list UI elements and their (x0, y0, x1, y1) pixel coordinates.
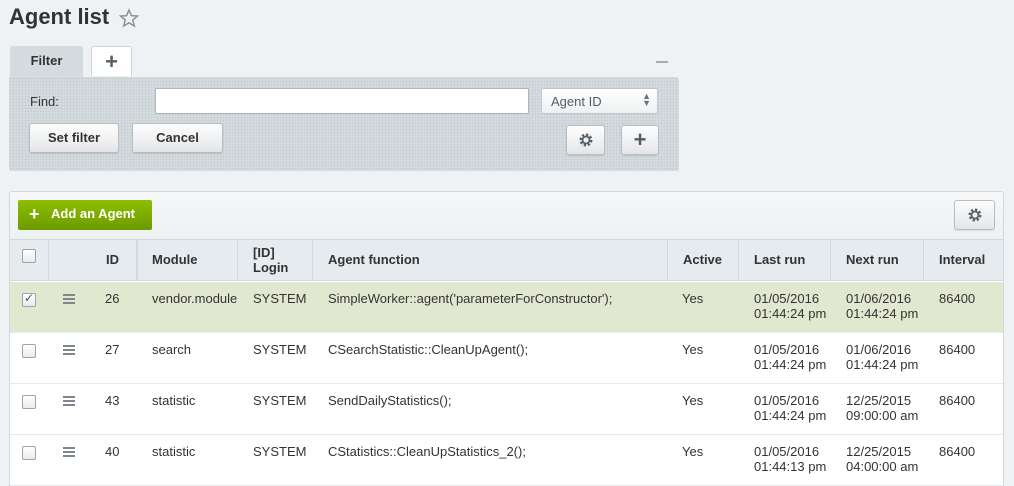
plus-icon: + (29, 204, 40, 224)
cell-next-run: 01/06/2016 01:44:24 pm (846, 342, 918, 372)
cell-next-run: 12/25/2015 09:00:00 am (846, 393, 918, 423)
cell-module: statistic (152, 444, 196, 459)
list-toolbar (10, 192, 1003, 239)
find-field-select-value: Agent ID (551, 94, 602, 109)
column-active[interactable]: Active (668, 240, 739, 280)
set-filter-button[interactable]: Set filter (29, 123, 119, 153)
last-run-time: 01:44:24 pm (754, 408, 827, 423)
last-run-time: 01:44:24 pm (754, 357, 827, 372)
table-header: ID Module [ID] Login Agent function Acti… (10, 239, 1003, 281)
cancel-button[interactable]: Cancel (132, 123, 223, 153)
column-agent-function[interactable]: Agent function (313, 240, 668, 280)
gear-icon (968, 208, 981, 222)
gear-icon (579, 133, 592, 147)
find-field-select[interactable]: Agent ID ▲ ▼ (541, 88, 658, 114)
table-row[interactable]: 26 vendor.module SYSTEM SimpleWorker::agent… (10, 282, 1003, 333)
column-login[interactable]: [ID] Login (238, 240, 313, 280)
find-input[interactable] (155, 88, 529, 114)
row-checkbox[interactable] (22, 446, 36, 460)
find-label: Find: (30, 94, 59, 109)
cell-last-run: 01/05/2016 01:44:24 pm (754, 393, 826, 423)
cell-function: CStatistics::CleanUpStatistics_2(); (328, 444, 526, 459)
next-run-date: 01/06/2016 (846, 342, 912, 357)
cell-last-run: 01/05/2016 01:44:13 pm (754, 444, 826, 474)
next-run-date: 12/25/2015 (846, 444, 912, 459)
last-run-time: 01:44:24 pm (754, 306, 827, 321)
cell-function: CSearchStatistic::CleanUpAgent(); (328, 342, 529, 357)
star-icon[interactable] (119, 8, 139, 28)
cell-interval: 86400 (939, 444, 976, 459)
cell-active: Yes (682, 393, 704, 408)
table-row[interactable]: 43 statistic SYSTEM SendDailyStatistics(); Y… (10, 384, 1003, 435)
cell-login: SYSTEM (253, 342, 307, 357)
row-checkbox[interactable] (22, 395, 36, 409)
cell-id: 26 (105, 291, 120, 306)
row-menu-icon[interactable] (63, 396, 75, 406)
next-run-time: 01:44:24 pm (846, 357, 919, 372)
cell-login: SYSTEM (253, 444, 307, 459)
last-run-date: 01/05/2016 (754, 291, 820, 306)
cell-id: 27 (105, 342, 120, 357)
cell-module: search (152, 342, 192, 357)
last-run-date: 01/05/2016 (754, 393, 820, 408)
cell-login: SYSTEM (253, 291, 307, 306)
select-all-checkbox[interactable] (22, 249, 36, 263)
cell-last-run: 01/05/2016 01:44:24 pm (754, 291, 826, 321)
next-run-time: 04:00:00 am (846, 459, 919, 474)
last-run-date: 01/05/2016 (754, 342, 820, 357)
cell-id: 43 (105, 393, 120, 408)
cell-function: SimpleWorker::agent('parameterForConstru… (328, 291, 613, 306)
column-next-run[interactable]: Next run (831, 240, 924, 280)
table-row[interactable]: 40 statistic SYSTEM CStatistics::CleanUpSta… (10, 435, 1003, 486)
add-filter-field-button[interactable]: + (621, 125, 659, 155)
cell-active: Yes (682, 444, 704, 459)
row-checkbox[interactable] (22, 344, 36, 358)
cell-function: SendDailyStatistics(); (328, 393, 452, 408)
next-run-date: 12/25/2015 (846, 393, 912, 408)
add-agent-label: Add an Agent (51, 206, 136, 221)
page-title: Agent list (9, 4, 110, 29)
cell-active: Yes (682, 342, 704, 357)
next-run-date: 01/06/2016 (846, 291, 912, 306)
list-settings-button[interactable] (954, 200, 995, 230)
column-interval[interactable]: Interval (924, 240, 1003, 280)
column-module[interactable]: Module (137, 240, 238, 280)
cell-next-run: 01/06/2016 01:44:24 pm (846, 291, 918, 321)
cell-active: Yes (682, 291, 704, 306)
add-agent-button[interactable]: + Add an Agent (18, 200, 152, 230)
cell-next-run: 12/25/2015 04:00:00 am (846, 444, 918, 474)
column-id-header[interactable]: ID (98, 240, 138, 280)
select-all-column (10, 240, 49, 280)
collapse-filter-icon[interactable] (656, 61, 668, 63)
select-arrows-icon: ▲ ▼ (642, 91, 651, 108)
filter-settings-button[interactable] (566, 125, 605, 155)
last-run-time: 01:44:13 pm (754, 459, 827, 474)
cell-interval: 86400 (939, 393, 976, 408)
table-row[interactable]: 27 search SYSTEM CSearchStatistic::CleanUpA… (10, 333, 1003, 384)
row-menu-icon[interactable] (63, 447, 75, 457)
cell-interval: 86400 (939, 291, 976, 306)
next-run-time: 09:00:00 am (846, 408, 919, 423)
next-run-time: 01:44:24 pm (846, 306, 919, 321)
row-checkbox[interactable] (22, 291, 36, 307)
column-last-run[interactable]: Last run (739, 240, 831, 280)
row-menu-icon[interactable] (63, 294, 75, 304)
cell-last-run: 01/05/2016 01:44:24 pm (754, 342, 826, 372)
cell-module: statistic (152, 393, 196, 408)
add-filter-tab-button[interactable]: + (91, 46, 132, 76)
tab-filter[interactable]: Filter (10, 46, 83, 78)
cell-login: SYSTEM (253, 393, 307, 408)
cell-module: vendor.module (152, 291, 238, 306)
last-run-date: 01/05/2016 (754, 444, 820, 459)
row-menu-icon[interactable] (63, 345, 75, 355)
cell-interval: 86400 (939, 342, 976, 357)
cell-id: 40 (105, 444, 120, 459)
